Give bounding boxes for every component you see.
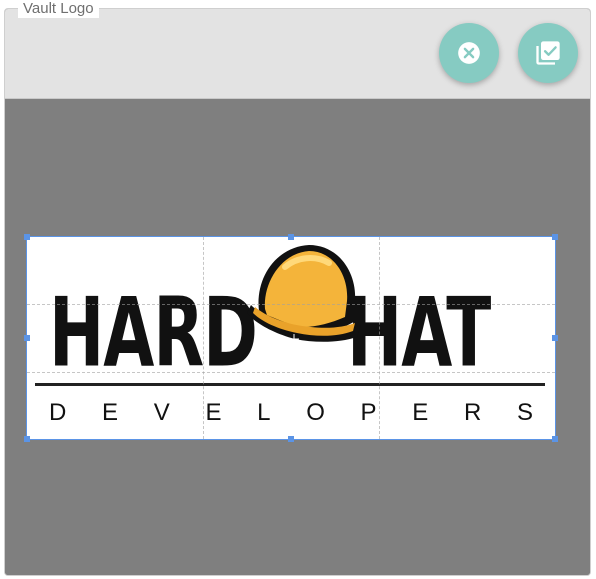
crop-handle-bottom[interactable] <box>288 436 294 442</box>
vault-logo-panel: HARD HAT D E V E L O P E R S <box>4 8 591 576</box>
subtitle-letter: P <box>360 399 377 426</box>
crop-guide-vertical <box>203 237 204 439</box>
crop-selection[interactable]: HARD HAT D E V E L O P E R S <box>24 234 558 442</box>
crop-handle-top-left[interactable] <box>24 234 30 240</box>
subtitle-letter: V <box>153 399 170 426</box>
crop-canvas[interactable]: HARD HAT D E V E L O P E R S <box>5 99 590 575</box>
cancel-button[interactable] <box>439 23 499 83</box>
crop-guide-vertical <box>379 237 380 439</box>
subtitle-letter: S <box>516 399 533 426</box>
subtitle-letter: O <box>306 399 325 426</box>
subtitle-letter: E <box>102 399 119 426</box>
subtitle-letter: E <box>205 399 222 426</box>
crop-handle-top[interactable] <box>288 234 294 240</box>
hard-hat-icon <box>247 245 361 342</box>
subtitle-letter: E <box>412 399 429 426</box>
subtitle-letter: R <box>463 399 482 426</box>
subtitle-letter: L <box>257 399 271 426</box>
crop-handle-top-right[interactable] <box>552 234 558 240</box>
crop-guide-horizontal <box>27 372 555 373</box>
logo-divider <box>35 383 545 386</box>
crop-handle-right[interactable] <box>552 335 558 341</box>
crop-handle-left[interactable] <box>24 335 30 341</box>
crop-handle-bottom-right[interactable] <box>552 436 558 442</box>
panel-header <box>5 9 590 99</box>
panel-legend: Vault Logo <box>18 0 99 18</box>
crop-handle-bottom-left[interactable] <box>24 436 30 442</box>
logo-subtitle: D E V E L O P E R S <box>49 399 533 427</box>
crop-center-marker <box>289 334 299 344</box>
confirm-crop-button[interactable] <box>518 23 578 83</box>
library-add-check-icon <box>536 41 560 65</box>
cancel-circle-icon <box>458 42 480 64</box>
crop-guide-horizontal <box>27 304 555 305</box>
subtitle-letter: D <box>49 399 67 426</box>
